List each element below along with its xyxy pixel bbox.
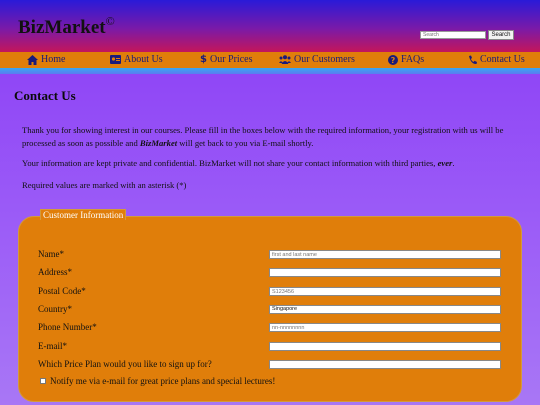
copyright-mark: ©: [105, 14, 115, 28]
page-title: Contact Us: [14, 88, 76, 103]
intro-text: Thank you for showing interest in our co…: [22, 125, 504, 148]
nav-faqs[interactable]: ? FAQs: [388, 54, 424, 65]
notify-checkbox[interactable]: [40, 378, 46, 384]
nav-label: Contact Us: [480, 54, 525, 65]
nav-our-prices[interactable]: $ Our Prices: [200, 54, 252, 65]
phone-icon: [469, 55, 477, 64]
privacy-text: Your information are kept private and co…: [22, 158, 455, 168]
address-field[interactable]: [269, 268, 501, 277]
search-input[interactable]: [420, 31, 486, 39]
form-row-country: Country* Singapore: [38, 304, 508, 316]
country-label: Country*: [38, 304, 73, 314]
country-select[interactable]: Singapore: [269, 305, 501, 314]
form-row-email: E-mail*: [38, 341, 508, 353]
notify-option: Notify me via e-mail for great price pla…: [40, 376, 275, 386]
search-button[interactable]: Search: [488, 30, 514, 40]
emphasis-ever: ever: [437, 158, 453, 168]
home-icon: [27, 54, 38, 65]
id-card-icon: [110, 55, 121, 64]
nav-label: Our Prices: [209, 54, 253, 65]
phone-field[interactable]: [269, 323, 501, 332]
nav-label: Our Customers: [294, 54, 355, 65]
nav-divider: [0, 68, 540, 74]
nav-label: FAQs: [401, 54, 425, 65]
postal-code-field[interactable]: [269, 287, 501, 296]
main-nav: Home About Us $ Our Prices Our Customers…: [0, 52, 540, 68]
brand-name-inline: BizMarket: [139, 138, 178, 148]
nav-home[interactable]: Home: [27, 54, 65, 65]
form-row-price-plan: Which Price Plan would you like to sign …: [38, 359, 508, 371]
form-row-phone: Phone Number*: [38, 322, 508, 334]
notify-label: Notify me via e-mail for great price pla…: [50, 376, 276, 386]
brand-logo[interactable]: BizMarket©: [18, 14, 115, 39]
site-header: BizMarket© Search: [0, 0, 540, 52]
price-plan-label: Which Price Plan would you like to sign …: [38, 359, 212, 369]
price-plan-field[interactable]: [269, 360, 501, 369]
nav-label: Home: [41, 54, 66, 65]
name-label: Name*: [38, 249, 64, 259]
address-label: Address*: [38, 267, 72, 277]
nav-our-customers[interactable]: Our Customers: [279, 54, 355, 65]
name-field[interactable]: [269, 250, 501, 259]
required-note: Required values are marked with an aster…: [22, 180, 187, 190]
fieldset-legend: Customer Information: [40, 209, 127, 220]
nav-about-us[interactable]: About Us: [110, 54, 163, 65]
nav-label: About Us: [124, 54, 163, 65]
form-row-address: Address*: [38, 267, 508, 279]
email-label: E-mail*: [38, 341, 67, 351]
form-row-name: Name*: [38, 249, 508, 261]
dollar-icon: $: [200, 54, 207, 65]
form-row-postal: Postal Code*: [38, 286, 508, 298]
phone-label: Phone Number*: [38, 322, 97, 332]
question-icon: ?: [388, 54, 398, 65]
nav-contact-us[interactable]: Contact Us: [468, 54, 525, 65]
svg-text:?: ?: [391, 56, 396, 65]
postal-code-label: Postal Code*: [38, 286, 86, 296]
users-icon: [279, 55, 291, 64]
email-field[interactable]: [269, 342, 501, 351]
